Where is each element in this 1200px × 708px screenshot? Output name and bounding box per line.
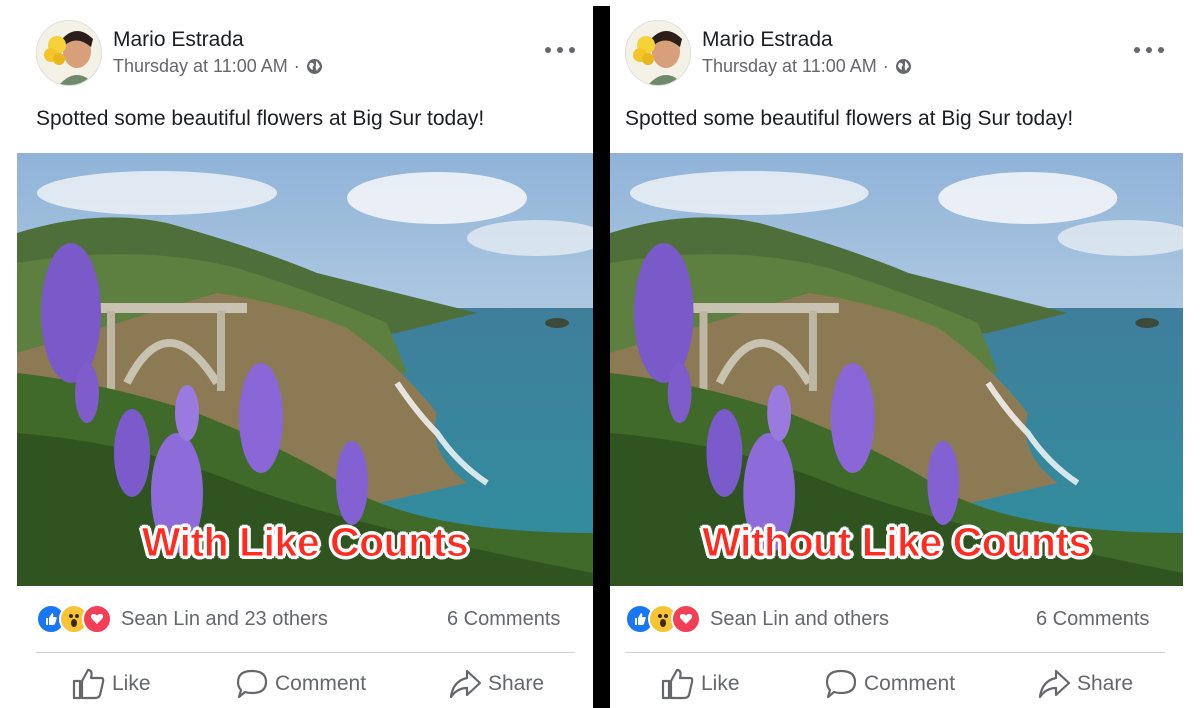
share-label: Share bbox=[1077, 672, 1134, 695]
post-text: Spotted some beautiful flowers at Big Su… bbox=[36, 107, 485, 130]
comments-count[interactable]: 6 Comments bbox=[1036, 608, 1149, 631]
divider bbox=[36, 652, 575, 653]
reaction-summary[interactable]: Sean Lin and others bbox=[625, 604, 889, 634]
comment-icon bbox=[236, 669, 268, 699]
panel-divider bbox=[593, 6, 610, 708]
meta-separator: · bbox=[293, 56, 300, 76]
thumbs-up-icon bbox=[661, 668, 694, 700]
comments-count[interactable]: 6 Comments bbox=[447, 608, 560, 631]
like-label: Like bbox=[112, 672, 151, 695]
love-reaction-icon bbox=[82, 604, 112, 634]
author-name[interactable]: Mario Estrada bbox=[113, 28, 244, 52]
post-without-like-counts: Mario Estrada Thursday at 11:00 AM · Spo… bbox=[610, 0, 1200, 708]
share-button[interactable]: Share bbox=[1037, 668, 1133, 700]
like-button[interactable]: Like bbox=[661, 668, 740, 700]
post-meta: Thursday at 11:00 AM · bbox=[113, 56, 323, 77]
share-button[interactable]: Share bbox=[448, 668, 544, 700]
meta-separator: · bbox=[882, 56, 889, 76]
comment-label: Comment bbox=[864, 672, 956, 695]
overlay-label: Without Like Counts bbox=[702, 519, 1092, 566]
like-button[interactable]: Like bbox=[72, 668, 151, 700]
more-options-icon[interactable] bbox=[545, 38, 575, 62]
comment-label: Comment bbox=[275, 672, 367, 695]
share-icon bbox=[1038, 669, 1071, 699]
share-icon bbox=[449, 669, 482, 699]
like-label: Like bbox=[701, 672, 740, 695]
post-time[interactable]: Thursday at 11:00 AM bbox=[113, 56, 288, 77]
author-avatar[interactable] bbox=[625, 20, 691, 86]
reaction-summary[interactable]: Sean Lin and 23 others bbox=[36, 604, 328, 634]
author-name[interactable]: Mario Estrada bbox=[702, 28, 833, 52]
overlay-label: With Like Counts bbox=[141, 519, 469, 566]
post-photo[interactable]: With Like Counts bbox=[17, 153, 593, 586]
post-with-like-counts: Mario Estrada Thursday at 11:00 AM · Spo… bbox=[0, 0, 593, 708]
post-time[interactable]: Thursday at 11:00 AM bbox=[702, 56, 877, 77]
divider bbox=[625, 652, 1165, 653]
comment-button[interactable]: Comment bbox=[824, 668, 955, 700]
post-text: Spotted some beautiful flowers at Big Su… bbox=[625, 107, 1074, 130]
share-label: Share bbox=[488, 672, 545, 695]
comment-icon bbox=[825, 669, 857, 699]
love-reaction-icon bbox=[671, 604, 701, 634]
comment-button[interactable]: Comment bbox=[235, 668, 366, 700]
reaction-text[interactable]: Sean Lin and 23 others bbox=[121, 608, 328, 631]
globe-icon bbox=[895, 58, 912, 75]
post-meta: Thursday at 11:00 AM · bbox=[702, 56, 912, 77]
post-photo[interactable]: Without Like Counts bbox=[610, 153, 1183, 586]
author-avatar[interactable] bbox=[36, 20, 102, 86]
thumbs-up-icon bbox=[72, 668, 105, 700]
reaction-text[interactable]: Sean Lin and others bbox=[710, 608, 889, 631]
globe-icon bbox=[306, 58, 323, 75]
more-options-icon[interactable] bbox=[1134, 38, 1164, 62]
